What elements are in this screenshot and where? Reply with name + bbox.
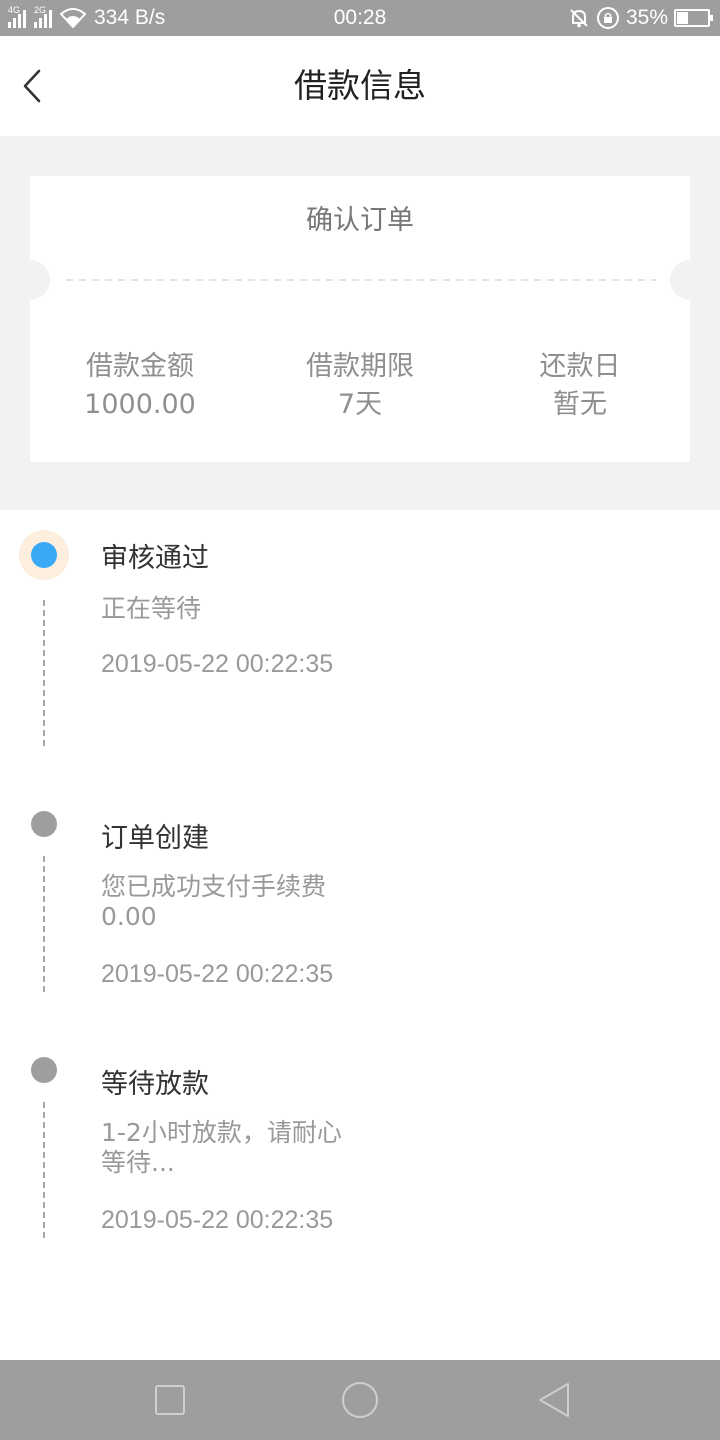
timeline-time: 2019-05-22 00:22:35 xyxy=(101,960,334,988)
rotation-lock-icon xyxy=(596,7,619,29)
timeline-description: 您已成功支付手续费0.00 xyxy=(101,872,327,931)
timeline-title: 等待放款 xyxy=(101,1069,209,1100)
triangle-back-icon xyxy=(539,1383,569,1417)
battery-icon xyxy=(674,9,713,27)
order-ticket: 确认订单 借款金额 1000.00 借款期限 7天 还款日 暂无 xyxy=(30,176,690,480)
timeline-description: 1-2小时放款，请耐心等待... xyxy=(101,1118,342,1177)
status-dot-icon xyxy=(31,1057,57,1083)
recent-apps-button[interactable] xyxy=(150,1380,190,1420)
timeline-time: 2019-05-22 00:22:35 xyxy=(101,650,334,678)
page-title: 借款信息 xyxy=(294,66,426,105)
ticket-title: 确认订单 xyxy=(306,205,414,236)
active-dot-core xyxy=(31,542,57,568)
repayment-date-column: 还款日 暂无 xyxy=(470,348,690,424)
status-dot-icon xyxy=(31,811,57,837)
home-button[interactable] xyxy=(340,1380,380,1420)
timeline-title: 订单创建 xyxy=(101,823,209,854)
loan-amount-value: 1000.00 xyxy=(84,389,196,420)
ticket-area: 确认订单 借款金额 1000.00 借款期限 7天 还款日 暂无 xyxy=(0,136,720,510)
loan-term-column: 借款期限 7天 xyxy=(250,348,470,424)
mute-icon xyxy=(570,9,588,28)
loan-term-value: 7天 xyxy=(337,389,383,420)
timeline-connector xyxy=(43,856,45,992)
title-bar: 借款信息 xyxy=(0,36,720,136)
loan-amount-column: 借款金额 1000.00 xyxy=(30,348,250,424)
timeline-time: 2019-05-22 00:22:35 xyxy=(101,1206,334,1234)
square-icon xyxy=(155,1385,185,1415)
system-nav-bar xyxy=(0,1360,720,1440)
loan-amount-label: 借款金额 xyxy=(86,351,194,382)
repayment-date-value: 暂无 xyxy=(553,389,607,420)
timeline-description: 正在等待 xyxy=(101,594,202,623)
timeline-connector xyxy=(43,1102,45,1238)
back-nav-button[interactable] xyxy=(534,1380,574,1420)
battery-percent: 35% xyxy=(625,6,668,29)
battery-fill xyxy=(677,12,688,24)
timeline-title: 审核通过 xyxy=(101,543,209,574)
status-bar: 4G 2G 334 B/s 00:28 35% xyxy=(0,0,720,36)
status-right: 35% xyxy=(568,0,713,36)
active-status-dot-icon xyxy=(19,530,69,580)
repayment-date-label: 还款日 xyxy=(539,351,621,382)
circle-icon xyxy=(342,1382,378,1418)
timeline-connector xyxy=(43,600,45,746)
loan-term-label: 借款期限 xyxy=(306,351,414,382)
